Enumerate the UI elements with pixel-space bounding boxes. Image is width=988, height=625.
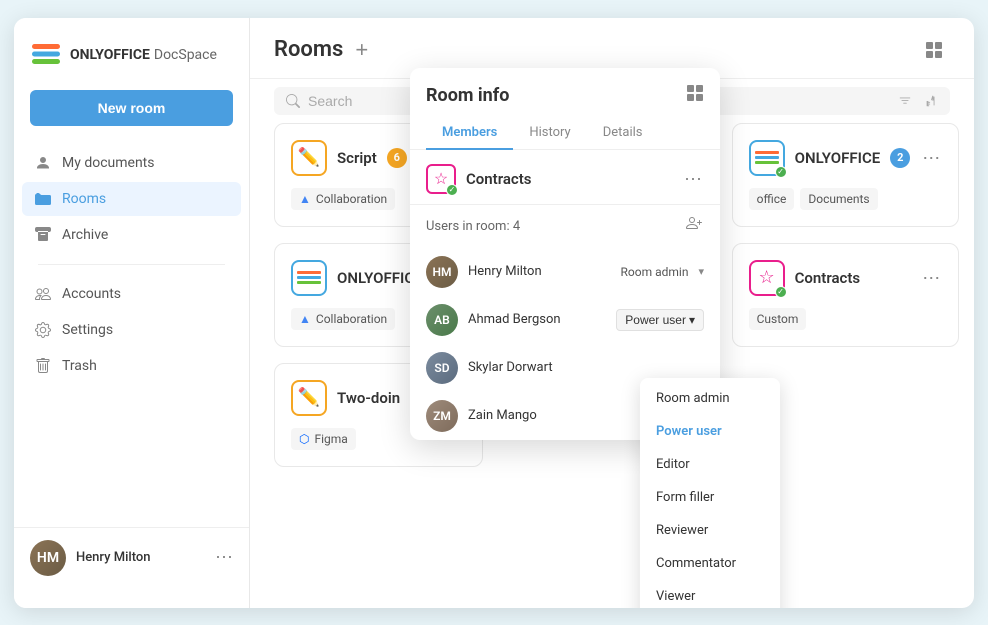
- room-info-title: Room info: [426, 85, 509, 106]
- app-container: ONLYOFFICE DocSpace New room My document…: [14, 18, 974, 608]
- room-badge-onlyoffice: 2: [890, 148, 910, 168]
- room-card-contracts[interactable]: ☆ ✓ Contracts ⋯ Custom: [732, 243, 960, 347]
- room-icon-onlyoffice-mid: [291, 260, 327, 296]
- contracts-room-name: Contracts: [466, 170, 672, 188]
- contracts-icon: ☆ ✓: [426, 164, 456, 194]
- member-avatar-henry: HM: [426, 256, 458, 288]
- room-badge-script: 6: [387, 148, 407, 168]
- settings-icon: [34, 321, 52, 339]
- dropdown-item-editor[interactable]: Editor: [640, 448, 780, 481]
- layout-toggle-button[interactable]: [918, 34, 950, 66]
- member-name-ahmad: Ahmad Bergson: [468, 312, 606, 327]
- sidebar-item-my-documents[interactable]: My documents: [22, 146, 241, 180]
- dropdown-item-reviewer[interactable]: Reviewer: [640, 514, 780, 547]
- member-avatar-skylar: SD: [426, 352, 458, 384]
- contracts-room-row: ☆ ✓ Contracts ⋯: [410, 150, 720, 205]
- page-title: Rooms: [274, 37, 343, 62]
- member-row-henry: HM Henry Milton Room admin ▾: [426, 248, 704, 296]
- room-info-layout-button[interactable]: [686, 84, 704, 107]
- tab-history[interactable]: History: [513, 117, 586, 150]
- add-room-button[interactable]: +: [355, 39, 368, 61]
- room-menu-onlyoffice-top[interactable]: ⋯: [920, 149, 942, 167]
- folder-icon: [34, 190, 52, 208]
- main-content: Rooms + ✏️ Script 6 📌 ⋯: [250, 18, 974, 608]
- sidebar-item-rooms-label: Rooms: [62, 191, 106, 207]
- contracts-check-icon: ✓: [446, 184, 458, 196]
- room-icon-script: ✏️: [291, 140, 327, 176]
- role-dropdown-ahmad[interactable]: Power user ▾: [616, 309, 704, 331]
- tab-details[interactable]: Details: [587, 117, 659, 150]
- dropdown-item-form-filler[interactable]: Form filler: [640, 481, 780, 514]
- room-tag: Documents: [800, 188, 877, 210]
- room-tag: ▲ Collaboration: [291, 308, 395, 330]
- dropdown-item-room-admin[interactable]: Room admin: [640, 382, 780, 415]
- room-info-tabs: Members History Details: [410, 107, 720, 150]
- sidebar-nav: My documents Rooms Archive Accounts: [14, 146, 249, 527]
- room-icon-contracts: ☆ ✓: [749, 260, 785, 296]
- dropdown-item-power-user[interactable]: Power user: [640, 415, 780, 448]
- role-dropdown-menu: Room admin Power user Editor Form filler…: [640, 378, 780, 608]
- user-name: Henry Milton: [76, 550, 205, 565]
- room-info-panel: Room info Members History Details ☆ ✓ Co…: [410, 68, 720, 440]
- new-room-button[interactable]: New room: [30, 90, 233, 126]
- room-tag: Custom: [749, 308, 807, 330]
- contracts-room-menu[interactable]: ⋯: [682, 170, 704, 188]
- trash-icon: [34, 357, 52, 375]
- sidebar-item-archive-label: Archive: [62, 227, 108, 243]
- sidebar-item-archive[interactable]: Archive: [22, 218, 241, 252]
- logo-product-text: DocSpace: [154, 47, 217, 63]
- sort-icon[interactable]: [924, 94, 938, 108]
- sidebar-item-my-documents-label: My documents: [62, 155, 154, 171]
- sidebar: ONLYOFFICE DocSpace New room My document…: [14, 18, 250, 608]
- room-name-onlyoffice-top: ONLYOFFICE: [795, 149, 881, 167]
- sidebar-item-rooms[interactable]: Rooms: [22, 182, 241, 216]
- room-name-script: Script: [337, 149, 377, 167]
- sidebar-divider: [38, 264, 225, 265]
- member-avatar-zain: ZM: [426, 400, 458, 432]
- footer-menu-button[interactable]: ⋯: [215, 549, 233, 567]
- sidebar-item-settings-label: Settings: [62, 322, 113, 338]
- tab-members[interactable]: Members: [426, 117, 513, 150]
- member-avatar-ahmad: AB: [426, 304, 458, 336]
- user-avatar: HM: [30, 540, 66, 576]
- sidebar-item-trash[interactable]: Trash: [22, 349, 241, 383]
- member-role-henry: Room admin: [621, 265, 689, 279]
- room-info-header: Room info: [410, 68, 720, 107]
- member-row-ahmad: AB Ahmad Bergson Power user ▾: [426, 296, 704, 344]
- logo-brand-text: ONLYOFFICE: [70, 47, 150, 63]
- sidebar-item-settings[interactable]: Settings: [22, 313, 241, 347]
- room-card-onlyoffice-top[interactable]: ✓ ONLYOFFICE 2 ⋯ office Documents: [732, 123, 960, 227]
- accounts-icon: [34, 285, 52, 303]
- member-name-henry: Henry Milton: [468, 264, 611, 279]
- person-icon: [34, 154, 52, 172]
- room-icon-two-doin: ✏️: [291, 380, 327, 416]
- sidebar-footer: HM Henry Milton ⋯: [14, 527, 249, 588]
- archive-icon: [34, 226, 52, 244]
- room-tag: ▲ Collaboration: [291, 188, 395, 210]
- room-icon-onlyoffice-top: ✓: [749, 140, 785, 176]
- dropdown-item-commentator[interactable]: Commentator: [640, 547, 780, 580]
- sidebar-item-trash-label: Trash: [62, 358, 97, 374]
- users-count-row: Users in room: 4: [410, 205, 720, 248]
- title-area: Rooms +: [274, 37, 368, 62]
- users-count-text: Users in room: 4: [426, 219, 520, 234]
- add-user-button[interactable]: [686, 215, 704, 238]
- room-tag: office: [749, 188, 795, 210]
- dropdown-item-viewer[interactable]: Viewer: [640, 580, 780, 608]
- room-tag: ⬡ Figma: [291, 428, 356, 450]
- filter-icon[interactable]: [898, 94, 912, 108]
- sidebar-item-accounts-label: Accounts: [62, 286, 121, 302]
- logo-icon: [30, 38, 62, 70]
- search-icon: [286, 94, 300, 108]
- room-name-contracts: Contracts: [795, 269, 911, 287]
- member-name-skylar: Skylar Dorwart: [468, 360, 704, 375]
- sidebar-item-accounts[interactable]: Accounts: [22, 277, 241, 311]
- logo: ONLYOFFICE DocSpace: [14, 38, 249, 90]
- room-menu-contracts[interactable]: ⋯: [920, 269, 942, 287]
